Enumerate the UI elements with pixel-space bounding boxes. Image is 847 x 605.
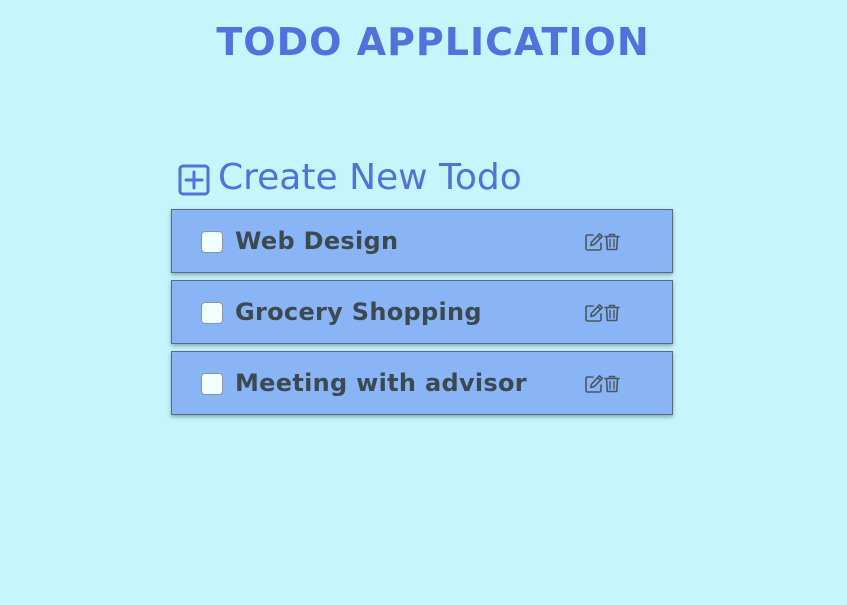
todo-actions (584, 374, 622, 394)
create-new-todo-label: Create New Todo (218, 157, 522, 198)
todo-actions (584, 232, 622, 252)
todo-item: Web Design (171, 209, 673, 273)
todo-checkbox[interactable] (201, 302, 223, 324)
todo-actions (584, 303, 622, 323)
todo-checkbox[interactable] (201, 373, 223, 395)
edit-icon[interactable] (584, 232, 604, 252)
edit-icon[interactable] (584, 374, 604, 394)
edit-icon[interactable] (584, 303, 604, 323)
todo-text: Grocery Shopping (235, 298, 482, 326)
todo-item: Meeting with advisor (171, 351, 673, 415)
page-title: TODO APPLICATION (216, 20, 650, 64)
todo-text: Web Design (235, 227, 399, 255)
trash-icon[interactable] (602, 303, 622, 323)
todo-list: Web Design Grocery Shopping Meeting with… (171, 209, 673, 422)
trash-icon[interactable] (602, 232, 622, 252)
plus-square-icon (178, 164, 210, 196)
todo-checkbox[interactable] (201, 231, 223, 253)
create-new-todo-button[interactable]: Create New Todo (178, 156, 522, 200)
todo-text: Meeting with advisor (235, 369, 527, 397)
todo-item: Grocery Shopping (171, 280, 673, 344)
trash-icon[interactable] (602, 374, 622, 394)
